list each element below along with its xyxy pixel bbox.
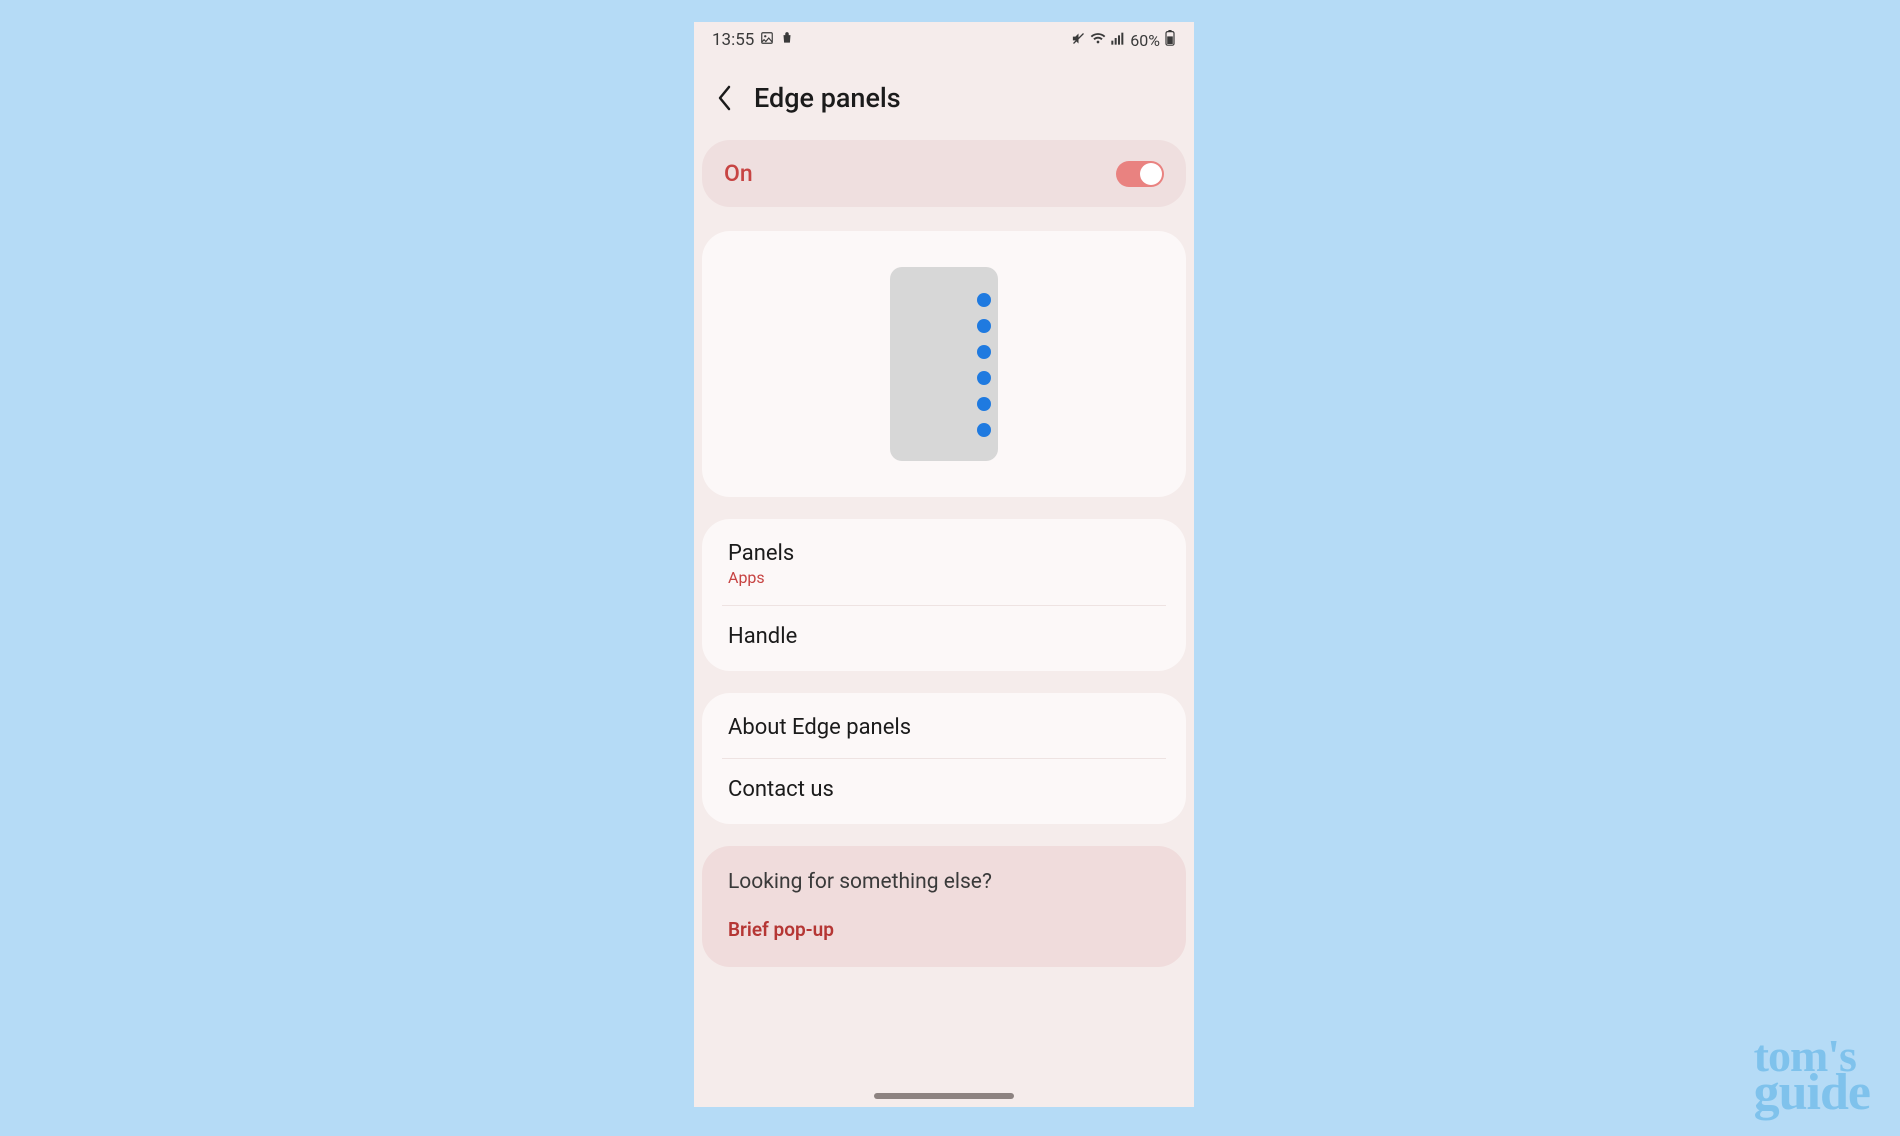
settings-group-1: Panels Apps Handle [702, 519, 1186, 671]
gesture-nav-bar[interactable] [874, 1093, 1014, 1099]
preview-dot [977, 397, 991, 411]
preview-dots [977, 293, 991, 437]
panels-subtitle: Apps [728, 568, 1160, 587]
watermark-line2: guide [1754, 1073, 1870, 1114]
settings-group-2: About Edge panels Contact us [702, 693, 1186, 824]
preview-dot [977, 345, 991, 359]
signal-icon [1110, 30, 1126, 50]
status-left: 13:55 [712, 30, 794, 50]
toggle-switch[interactable] [1116, 161, 1164, 187]
handle-row[interactable]: Handle [722, 605, 1166, 667]
chevron-left-icon [717, 85, 733, 111]
page-title: Edge panels [754, 82, 901, 114]
panels-row[interactable]: Panels Apps [702, 523, 1186, 605]
battery-text: 60% [1130, 31, 1160, 50]
preview-dot [977, 423, 991, 437]
page-header: Edge panels [694, 54, 1194, 134]
mute-icon [1071, 31, 1086, 50]
status-right: 60% [1071, 30, 1176, 50]
status-bar: 13:55 60% [694, 26, 1194, 54]
clock: 13:55 [712, 30, 754, 50]
switch-knob [1140, 163, 1162, 185]
preview-dot [977, 319, 991, 333]
battery-icon [1164, 30, 1176, 50]
brief-popup-link[interactable]: Brief pop-up [728, 918, 1160, 941]
preview-dot [977, 371, 991, 385]
edge-panel-preview [890, 267, 998, 461]
about-title: About Edge panels [728, 715, 1160, 740]
back-button[interactable] [714, 87, 736, 109]
contact-title: Contact us [728, 777, 1160, 802]
phone-frame: 13:55 60% Edg [694, 22, 1194, 1107]
watermark: tom's guide [1754, 1038, 1870, 1114]
panels-title: Panels [728, 541, 1160, 566]
contact-row[interactable]: Contact us [722, 758, 1166, 820]
suggestion-card: Looking for something else? Brief pop-up [702, 846, 1186, 967]
preview-dot [977, 293, 991, 307]
master-toggle-row[interactable]: On [702, 140, 1186, 207]
about-row[interactable]: About Edge panels [702, 697, 1186, 758]
wifi-icon [1090, 30, 1106, 50]
store-icon [780, 30, 794, 50]
handle-title: Handle [728, 624, 1160, 649]
suggestion-question: Looking for something else? [728, 870, 1160, 894]
toggle-label: On [724, 160, 753, 187]
preview-card [702, 231, 1186, 497]
image-icon [760, 30, 774, 50]
